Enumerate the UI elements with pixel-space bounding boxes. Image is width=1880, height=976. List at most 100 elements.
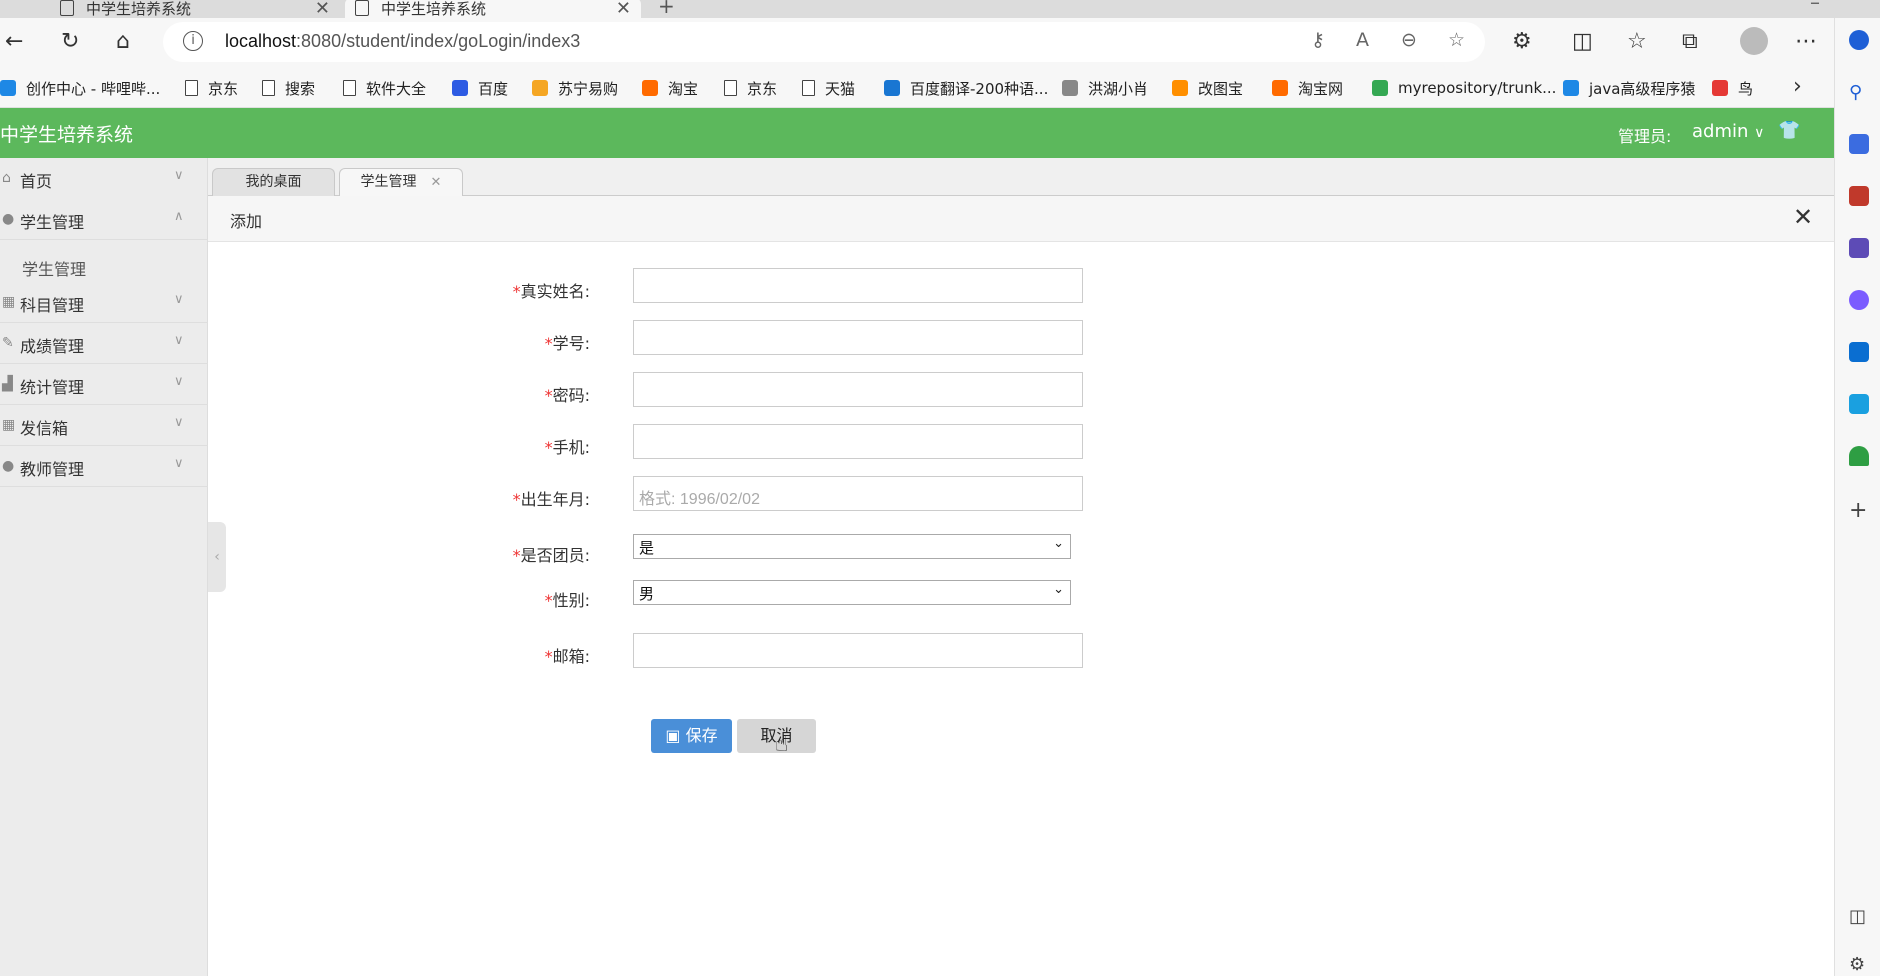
bookmark-item[interactable]: 搜索 bbox=[262, 75, 315, 101]
bookmark-item[interactable]: myrepository/trunk... bbox=[1372, 75, 1556, 101]
bookmark-item[interactable]: 改图宝 bbox=[1172, 75, 1243, 101]
send-icon[interactable] bbox=[1849, 394, 1869, 414]
studentno-input[interactable] bbox=[633, 320, 1083, 355]
page-icon bbox=[60, 0, 74, 16]
url-text[interactable]: localhost:8080/student/index/goLogin/ind… bbox=[225, 31, 580, 52]
sidebar-item-label: 首页 bbox=[20, 172, 53, 191]
sidebar-item-subjects[interactable]: ▦ 科目管理 ∨ bbox=[0, 282, 208, 323]
bookmark-item[interactable]: 鸟 bbox=[1712, 75, 1753, 101]
tab-student-management[interactable]: 学生管理 ✕ bbox=[339, 168, 463, 196]
read-aloud-icon[interactable]: A bbox=[1356, 29, 1369, 51]
save-button[interactable]: ▣ 保存 bbox=[651, 719, 732, 753]
browser-tab[interactable]: 中学生培养系统 ✕ bbox=[50, 0, 340, 19]
sidebar-item-grades[interactable]: ✎ 成绩管理 ∨ bbox=[0, 323, 208, 364]
close-icon[interactable]: ✕ bbox=[315, 0, 330, 19]
bookmark-icon bbox=[642, 80, 658, 96]
outlook-icon[interactable] bbox=[1849, 342, 1869, 362]
bookmarks-bar: 创作中心 - 哔哩哔... 京东 搜索 软件大全 百度 苏宁易购 淘宝 京东 天猫 百度翻译-20… bbox=[0, 68, 1880, 108]
close-icon[interactable]: ✕ bbox=[431, 175, 442, 190]
tree-icon[interactable] bbox=[1849, 446, 1869, 466]
browser-tab-active[interactable]: 中学生培养系统 ✕ bbox=[345, 0, 641, 19]
chevron-down-icon: ∨ bbox=[174, 456, 184, 471]
bookmark-item[interactable]: 天猫 bbox=[802, 75, 855, 101]
chevron-down-icon: ∨ bbox=[174, 292, 184, 307]
home-icon[interactable]: ⌂ bbox=[116, 28, 130, 56]
info-icon[interactable]: i bbox=[183, 31, 203, 51]
more-icon[interactable]: ⋯ bbox=[1795, 28, 1817, 56]
league-label: *是否团员: bbox=[200, 542, 590, 566]
sidebar-item-outbox[interactable]: ▦ 发信箱 ∨ bbox=[0, 405, 208, 446]
chevron-down-icon: ∨ bbox=[174, 415, 184, 430]
add-icon[interactable]: + bbox=[1849, 498, 1869, 523]
collections-icon[interactable]: ⧉ bbox=[1682, 28, 1698, 56]
bookmark-item[interactable]: 百度翻译-200种语... bbox=[884, 75, 1048, 101]
birth-input[interactable]: 格式: 1996/02/02 bbox=[633, 476, 1083, 511]
bookmark-icon bbox=[532, 80, 548, 96]
bookmark-item[interactable]: 苏宁易购 bbox=[532, 75, 618, 101]
email-input[interactable] bbox=[633, 633, 1083, 668]
browser-tab-title: 中学生培养系统 bbox=[86, 0, 192, 18]
minimize-icon[interactable]: – bbox=[1810, 0, 1820, 14]
split-screen-icon[interactable]: ◫ bbox=[1572, 28, 1593, 56]
chevron-down-icon: ∨ bbox=[174, 374, 184, 389]
avatar[interactable] bbox=[1740, 27, 1768, 55]
bookmark-item[interactable]: 京东 bbox=[724, 75, 777, 101]
bookmark-item[interactable]: java高级程序猿 bbox=[1563, 75, 1695, 101]
sidebar-item-students[interactable]: ● 学生管理 ∧ bbox=[0, 199, 208, 240]
games-icon[interactable] bbox=[1849, 238, 1869, 258]
refresh-icon[interactable]: ↻ bbox=[61, 28, 79, 56]
theme-shirt-icon[interactable]: 👕 bbox=[1778, 120, 1800, 141]
admin-user-menu[interactable]: admin ∨ bbox=[1692, 121, 1764, 142]
chevron-right-icon[interactable]: › bbox=[1793, 74, 1802, 99]
sidebar-item-statistics[interactable]: ▟ 统计管理 ∨ bbox=[0, 364, 208, 405]
search-icon[interactable]: ⚲ bbox=[1849, 82, 1869, 103]
close-icon[interactable]: ✕ bbox=[616, 0, 631, 19]
favorite-add-icon[interactable]: ☆ bbox=[1448, 29, 1465, 51]
tab-label: 学生管理 bbox=[360, 174, 417, 190]
settings-icon[interactable]: ⚙ bbox=[1849, 954, 1869, 975]
bookmark-icon bbox=[724, 80, 737, 96]
realname-label: *真实姓名: bbox=[200, 278, 590, 302]
bookmark-item[interactable]: 京东 bbox=[185, 75, 238, 101]
sidebar-item-home[interactable]: ⌂ 首页 ∨ bbox=[0, 158, 208, 199]
zoom-out-icon[interactable]: ⊖ bbox=[1401, 29, 1417, 51]
admin-username: admin bbox=[1692, 121, 1749, 142]
close-icon[interactable]: ✕ bbox=[1793, 203, 1813, 231]
user-icon: ● bbox=[2, 211, 15, 227]
web-app: 中学生培养系统 管理员: admin ∨ 👕 ⌂ 首页 ∨ ● 学生管理 ∧ 学… bbox=[0, 108, 1834, 976]
back-icon[interactable]: ← bbox=[5, 28, 23, 56]
address-bar[interactable]: i localhost:8080/student/index/goLogin/i… bbox=[163, 22, 1485, 62]
bookmark-icon bbox=[1062, 80, 1078, 96]
gender-select[interactable]: 男 ⌄ bbox=[633, 580, 1071, 605]
panel-icon[interactable]: ◫ bbox=[1849, 906, 1869, 927]
phone-input[interactable] bbox=[633, 424, 1083, 459]
realname-input[interactable] bbox=[633, 268, 1083, 303]
bookmark-label: 天猫 bbox=[825, 79, 856, 98]
bookmark-label: 苏宁易购 bbox=[558, 79, 619, 98]
sidebar-item-teachers[interactable]: ● 教师管理 ∨ bbox=[0, 446, 208, 487]
birth-label: *出生年月: bbox=[200, 486, 590, 510]
field-label: 学号: bbox=[552, 334, 590, 353]
pointer-cursor-icon: ☝ bbox=[775, 732, 789, 757]
copilot-icon[interactable] bbox=[1849, 30, 1869, 50]
bookmark-item[interactable]: 创作中心 - 哔哩哔... bbox=[0, 75, 160, 101]
bookmark-item[interactable]: 软件大全 bbox=[343, 75, 426, 101]
bookmark-item[interactable]: 百度 bbox=[452, 75, 508, 101]
panel-header: 添加 ✕ bbox=[208, 196, 1834, 242]
sidebar-subitem-students[interactable]: 学生管理 bbox=[22, 256, 86, 280]
tab-my-desktop[interactable]: 我的桌面 bbox=[212, 168, 335, 196]
bookmark-item[interactable]: 洪湖小肖 bbox=[1062, 75, 1148, 101]
favorites-icon[interactable]: ☆ bbox=[1627, 28, 1647, 56]
key-icon[interactable]: ⚷ bbox=[1311, 29, 1325, 51]
bookmark-item[interactable]: 淘宝网 bbox=[1272, 75, 1343, 101]
sidebar: ⌂ 首页 ∨ ● 学生管理 ∧ 学生管理 ▦ 科目管理 ∨ ✎ 成绩管理 ∨ ▟… bbox=[0, 158, 208, 976]
bookmark-item[interactable]: 淘宝 bbox=[642, 75, 698, 101]
toolbox-icon[interactable] bbox=[1849, 186, 1869, 206]
extensions-icon[interactable]: ⚙ bbox=[1512, 28, 1532, 56]
new-tab-icon[interactable]: + bbox=[658, 0, 675, 18]
league-select[interactable]: 是 ⌄ bbox=[633, 534, 1071, 559]
office-icon[interactable] bbox=[1849, 290, 1869, 310]
password-input[interactable] bbox=[633, 372, 1083, 407]
tag-icon[interactable] bbox=[1849, 134, 1869, 154]
bookmark-label: myrepository/trunk... bbox=[1398, 79, 1557, 97]
